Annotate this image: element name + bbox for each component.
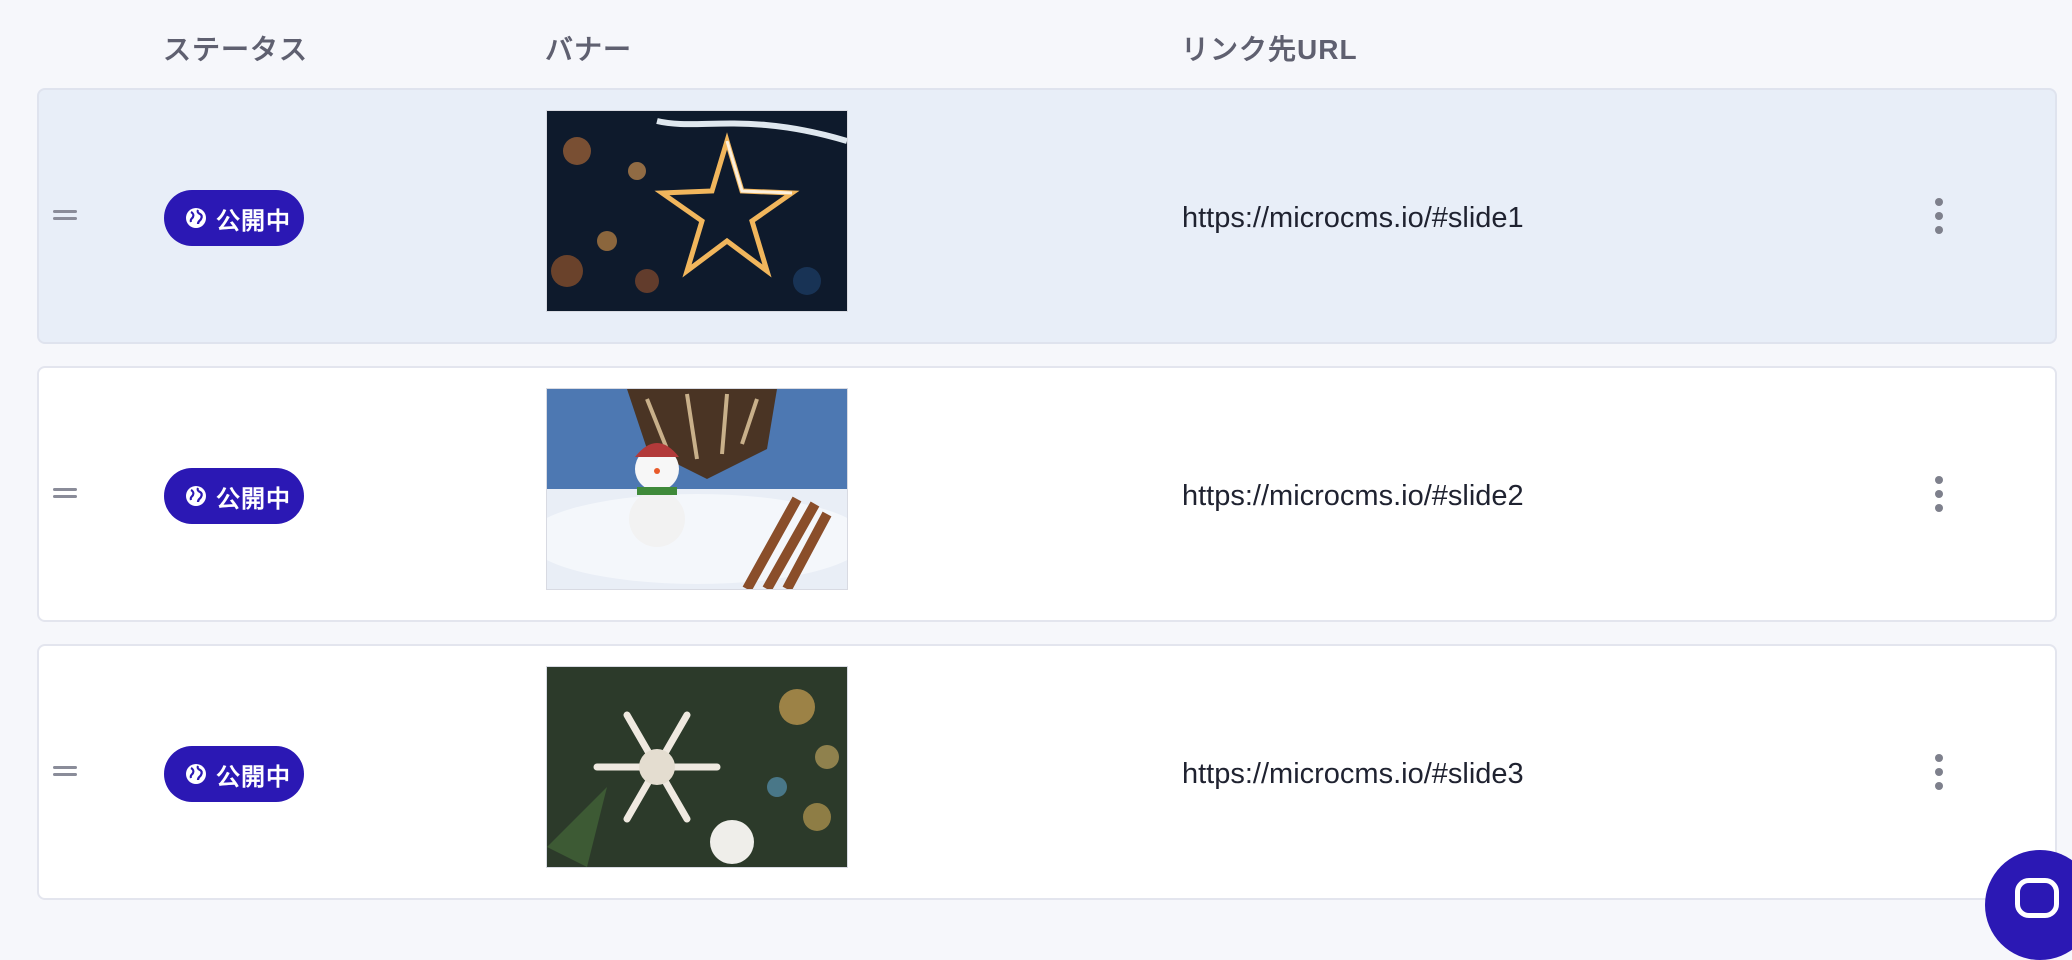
table-row[interactable]: 公開中 https://microcms.io/#slide1 — [37, 88, 2057, 344]
column-header-banner: バナー — [545, 34, 633, 65]
globe-icon — [184, 484, 208, 508]
table-header: ステータス バナー リンク先URL — [0, 0, 2072, 88]
column-header-status: ステータス — [163, 34, 309, 65]
status-badge: 公開中 — [164, 190, 304, 246]
more-vertical-icon[interactable] — [1929, 754, 1949, 790]
table-row[interactable]: 公開中 https://microcms.io/#slide3 — [37, 644, 2057, 900]
link-url: https://microcms.io/#slide2 — [1182, 480, 1524, 512]
status-badge: 公開中 — [164, 746, 304, 802]
status-label: 公開中 — [216, 207, 291, 235]
column-header-url: リンク先URL — [1181, 34, 1358, 65]
status-label: 公開中 — [216, 485, 291, 513]
globe-icon — [184, 762, 208, 786]
drag-handle-icon[interactable] — [53, 766, 77, 778]
drag-handle-icon[interactable] — [53, 210, 77, 222]
status-badge: 公開中 — [164, 468, 304, 524]
drag-handle-icon[interactable] — [53, 488, 77, 500]
more-vertical-icon[interactable] — [1929, 198, 1949, 234]
banner-thumbnail[interactable] — [546, 666, 848, 868]
link-url: https://microcms.io/#slide1 — [1182, 202, 1524, 234]
link-url: https://microcms.io/#slide3 — [1182, 758, 1524, 790]
globe-icon — [184, 206, 208, 230]
banner-thumbnail[interactable] — [546, 110, 848, 312]
banner-thumbnail[interactable] — [546, 388, 848, 590]
more-vertical-icon[interactable] — [1929, 476, 1949, 512]
status-label: 公開中 — [216, 763, 291, 791]
table-row[interactable]: 公開中 https://microcms.io/#slide2 — [37, 366, 2057, 622]
